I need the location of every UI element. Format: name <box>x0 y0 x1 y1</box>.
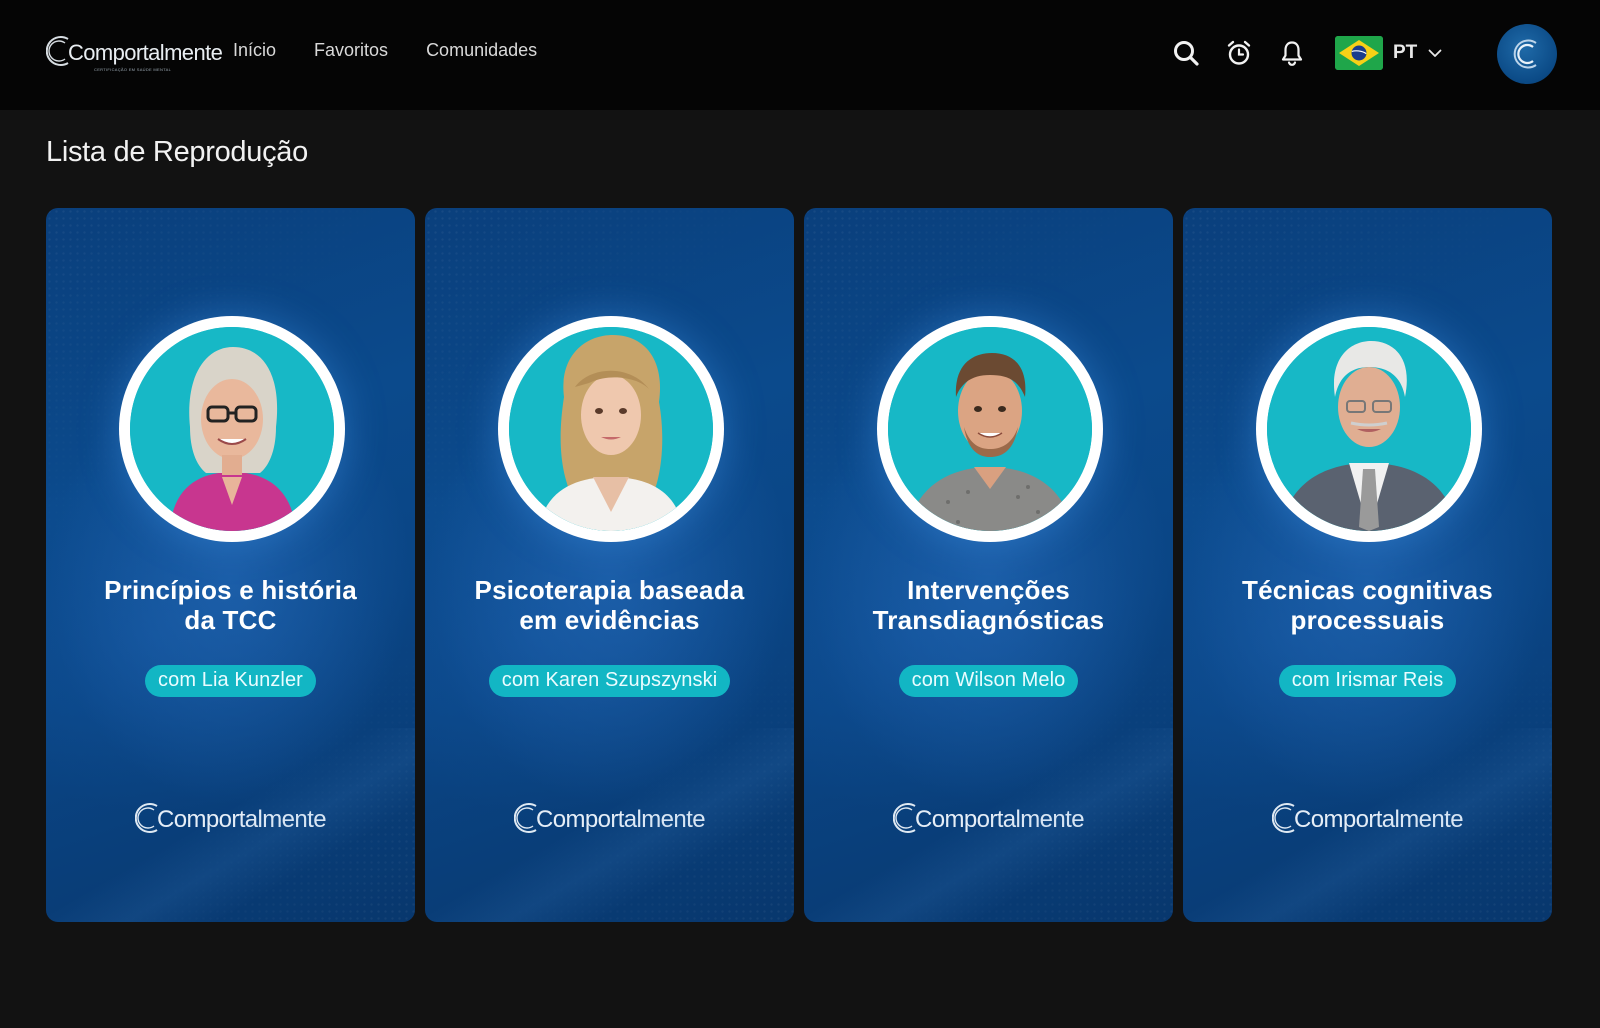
brand-mark-icon <box>134 801 165 835</box>
card-brand-logo: Comportalmente <box>804 801 1173 835</box>
search-icon <box>1174 41 1199 66</box>
card-brand-name: Comportalmente <box>156 806 327 833</box>
page-title: Lista de Reprodução <box>46 136 308 168</box>
playlist-grid: Princípios e história da TCC com Lia Kun… <box>46 208 1552 922</box>
card-brand-logo: Comportalmente <box>46 801 415 835</box>
card-brand-logo: Comportalmente <box>1183 801 1552 835</box>
playlist-title: Psicoterapia baseada em evidências <box>474 575 745 635</box>
top-bar: Comportalmente CERTIFICAÇÃO EM SAÚDE MEN… <box>0 0 1600 110</box>
instructor-portrait <box>877 316 1103 542</box>
playlist-card-1[interactable]: Princípios e história da TCC com Lia Kun… <box>46 208 415 922</box>
reminders-button[interactable] <box>1224 38 1254 68</box>
instructor-photo <box>509 327 713 531</box>
instructor-badge: com Wilson Melo <box>898 665 1079 697</box>
brand-mark-icon <box>513 801 544 835</box>
card-brand-logo: Comportalmente <box>425 801 794 835</box>
playlist-card-3[interactable]: Intervenções Transdiagnósticas com Wilso… <box>804 208 1173 922</box>
notifications-button[interactable] <box>1277 38 1307 68</box>
playlist-title: Técnicas cognitivas processuais <box>1242 575 1493 635</box>
instructor-badge: com Irismar Reis <box>1278 665 1457 697</box>
instructor-photo <box>130 327 334 531</box>
card-brand-name: Comportalmente <box>914 806 1085 833</box>
instructor-portrait <box>498 316 724 542</box>
brand-mark-icon <box>1271 801 1302 835</box>
brazil-flag-icon <box>1335 36 1383 70</box>
avatar-logo-icon <box>1513 39 1537 69</box>
alarm-clock-icon <box>1227 40 1251 65</box>
nav-item-favoritos[interactable]: Favoritos <box>314 40 388 61</box>
playlist-title: Princípios e história da TCC <box>104 575 357 635</box>
instructor-badge: com Lia Kunzler <box>145 665 316 697</box>
bell-icon <box>1281 41 1303 66</box>
search-button[interactable] <box>1171 38 1201 68</box>
nav-item-inicio[interactable]: Início <box>233 40 276 61</box>
language-selector[interactable]: PT <box>1335 36 1443 70</box>
card-brand-name: Comportalmente <box>535 806 706 833</box>
instructor-photo <box>888 327 1092 531</box>
instructor-badge: com Karen Szupszynski <box>488 665 731 697</box>
brand-logo[interactable]: Comportalmente CERTIFICAÇÃO EM SAÚDE MEN… <box>46 34 223 72</box>
playlist-card-2[interactable]: Psicoterapia baseada em evidências com K… <box>425 208 794 922</box>
chevron-down-icon <box>1427 45 1443 61</box>
playlist-title: Intervenções Transdiagnósticas <box>872 575 1105 635</box>
instructor-portrait <box>1256 316 1482 542</box>
instructor-photo <box>1267 327 1471 531</box>
playlist-card-4[interactable]: Técnicas cognitivas processuais com Iris… <box>1183 208 1552 922</box>
main-nav: Início Favoritos Comunidades <box>233 40 575 61</box>
brand-tagline: CERTIFICAÇÃO EM SAÚDE MENTAL <box>94 67 172 72</box>
user-avatar[interactable] <box>1497 24 1557 84</box>
nav-item-comunidades[interactable]: Comunidades <box>426 40 537 61</box>
instructor-portrait <box>119 316 345 542</box>
brand-mark-icon <box>892 801 923 835</box>
brand-name: Comportalmente CERTIFICAÇÃO EM SAÚDE MEN… <box>68 40 223 72</box>
language-code: PT <box>1393 42 1418 63</box>
card-brand-name: Comportalmente <box>1293 806 1464 833</box>
